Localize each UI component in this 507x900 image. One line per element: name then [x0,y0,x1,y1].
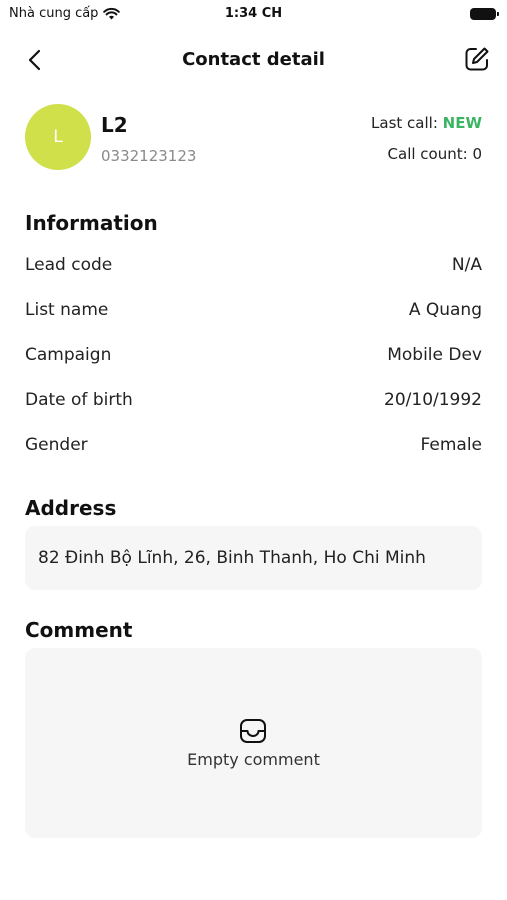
info-row-lead-code: Lead code N/A [25,255,482,279]
info-label: Gender [25,435,88,455]
last-call-label: Last call: [371,114,443,132]
call-count-label: Call count: [387,145,473,163]
battery-icon [470,8,499,20]
comment-heading: Comment [25,618,133,642]
address-box: 82 Đinh Bộ Lĩnh, 26, Binh Thanh, Ho Chi … [25,526,482,590]
info-label: List name [25,300,109,320]
edit-button[interactable] [463,45,491,73]
avatar: L [25,104,91,170]
info-label: Date of birth [25,390,133,410]
contact-name: L2 [101,113,128,137]
info-value: Mobile Dev [387,345,482,365]
last-call: Last call: NEW [371,114,482,132]
call-count: Call count: 0 [388,145,482,163]
contact-header: L L2 0332123123 Last call: NEW Call coun… [25,104,482,172]
info-label: Campaign [25,345,112,365]
inbox-icon [240,719,266,743]
empty-comment-text: Empty comment [187,750,320,769]
page-title: Contact detail [182,49,325,70]
status-bar: Nhà cung cấp 1:34 CH [0,0,507,28]
edit-icon [465,47,489,71]
info-row-date-of-birth: Date of birth 20/10/1992 [25,390,482,414]
info-row-campaign: Campaign Mobile Dev [25,345,482,369]
nav-bar: Contact detail [0,40,507,80]
info-value: A Quang [408,300,482,320]
info-row-list-name: List name A Quang [25,300,482,324]
comment-box: Empty comment [25,648,482,838]
info-label: Lead code [25,255,113,275]
information-heading: Information [25,211,158,235]
address-heading: Address [25,496,117,520]
info-value: N/A [451,255,482,275]
call-count-value: 0 [472,145,482,163]
last-call-status: NEW [442,114,482,132]
address-text: 82 Đinh Bộ Lĩnh, 26, Binh Thanh, Ho Chi … [38,548,426,568]
info-value: 20/10/1992 [384,390,482,410]
info-row-gender: Gender Female [25,435,482,459]
status-time: 1:34 CH [224,6,283,21]
info-value: Female [420,435,482,455]
contact-phone: 0332123123 [101,147,197,165]
